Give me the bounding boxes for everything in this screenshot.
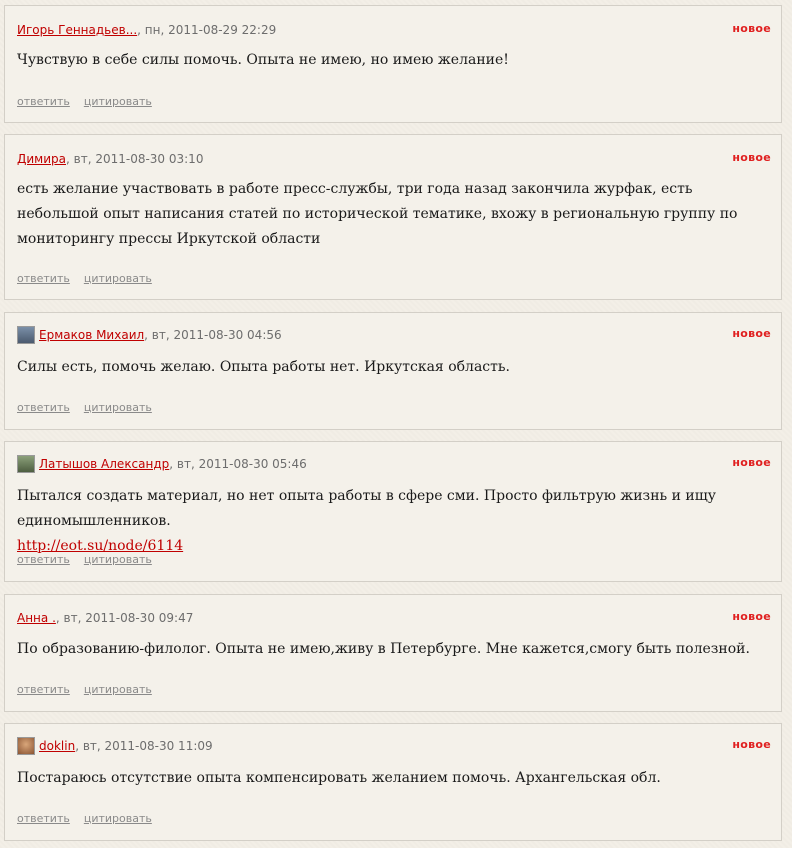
comment-text-content: Постараюсь отсутствие опыта компенсирова…: [17, 770, 661, 786]
author-link[interactable]: Игорь Геннадьев...: [17, 23, 137, 37]
author-link[interactable]: Латышов Александр: [39, 457, 169, 471]
reply-link[interactable]: ответить: [17, 401, 70, 414]
comment-text: есть желание участвовать в работе пресс-…: [17, 177, 771, 252]
reply-link[interactable]: ответить: [17, 95, 70, 108]
comment-date: , вт, 2011-08-30 11:09: [75, 739, 213, 753]
new-badge: новое: [732, 327, 771, 340]
quote-link[interactable]: цитировать: [84, 683, 152, 696]
quote-link[interactable]: цитировать: [84, 812, 152, 825]
comment-meta: Анна ., вт, 2011-08-30 09:47: [17, 611, 193, 625]
comment-date: , вт, 2011-08-30 03:10: [66, 152, 204, 166]
comment-links: ответить цитировать: [17, 812, 166, 825]
new-badge: новое: [732, 738, 771, 751]
comment: Игорь Геннадьев..., пн, 2011-08-29 22:29…: [4, 5, 782, 123]
comment: Ермаков Михаил, вт, 2011-08-30 04:56 нов…: [4, 312, 782, 430]
node-link[interactable]: http://eot.su/node/6114: [17, 538, 183, 554]
comment-text-content: есть желание участвовать в работе пресс-…: [17, 181, 738, 247]
comment: doklin, вт, 2011-08-30 11:09 новое Поста…: [4, 723, 782, 841]
comment-date: , пн, 2011-08-29 22:29: [137, 23, 277, 37]
comment-links: ответить цитировать: [17, 95, 166, 108]
author-link[interactable]: Димира: [17, 152, 66, 166]
reply-link[interactable]: ответить: [17, 683, 70, 696]
avatar[interactable]: [17, 326, 35, 344]
comment-meta: Игорь Геннадьев..., пн, 2011-08-29 22:29: [17, 23, 276, 37]
comment-links: ответить цитировать: [17, 401, 166, 414]
comment-text: Пытался создать материал, но нет опыта р…: [17, 484, 771, 559]
author-link[interactable]: doklin: [39, 739, 75, 753]
quote-link[interactable]: цитировать: [84, 272, 152, 285]
new-badge: новое: [732, 456, 771, 469]
comment-links: ответить цитировать: [17, 272, 166, 285]
avatar[interactable]: [17, 737, 35, 755]
quote-link[interactable]: цитировать: [84, 553, 152, 566]
comment-links: ответить цитировать: [17, 553, 166, 566]
comment-text-content: Пытался создать материал, но нет опыта р…: [17, 488, 716, 529]
new-badge: новое: [732, 22, 771, 35]
comment-text: Постараюсь отсутствие опыта компенсирова…: [17, 766, 771, 791]
reply-link[interactable]: ответить: [17, 553, 70, 566]
new-badge: новое: [732, 610, 771, 623]
avatar[interactable]: [17, 455, 35, 473]
reply-link[interactable]: ответить: [17, 272, 70, 285]
quote-link[interactable]: цитировать: [84, 401, 152, 414]
comment-date: , вт, 2011-08-30 09:47: [55, 611, 194, 625]
comment-text: Чувствую в себе силы помочь. Опыта не им…: [17, 48, 771, 73]
comment-date: , вт, 2011-08-30 04:56: [144, 328, 282, 342]
comment-text-content: Чувствую в себе силы помочь. Опыта не им…: [17, 52, 509, 68]
comment: Анна ., вт, 2011-08-30 09:47 новое По об…: [4, 594, 782, 712]
author-link[interactable]: Ермаков Михаил: [39, 328, 144, 342]
new-badge: новое: [732, 151, 771, 164]
reply-link[interactable]: ответить: [17, 812, 70, 825]
comment-text-content: Силы есть, помочь желаю. Опыта работы не…: [17, 359, 510, 375]
author-link[interactable]: Анна .: [17, 611, 56, 625]
comment-links: ответить цитировать: [17, 683, 166, 696]
comment-meta: Ермаков Михаил, вт, 2011-08-30 04:56: [17, 326, 282, 344]
comment-text: Силы есть, помочь желаю. Опыта работы не…: [17, 355, 771, 380]
comment-meta: Латышов Александр, вт, 2011-08-30 05:46: [17, 455, 307, 473]
comment-meta: Димира, вт, 2011-08-30 03:10: [17, 152, 203, 166]
quote-link[interactable]: цитировать: [84, 95, 152, 108]
comment: Латышов Александр, вт, 2011-08-30 05:46 …: [4, 441, 782, 582]
comment-text-content: По образованию-филолог. Опыта не имею,жи…: [17, 641, 750, 657]
comment-text: По образованию-филолог. Опыта не имею,жи…: [17, 637, 771, 662]
comment: Димира, вт, 2011-08-30 03:10 новое есть …: [4, 134, 782, 300]
comment-date: , вт, 2011-08-30 05:46: [169, 457, 307, 471]
comment-meta: doklin, вт, 2011-08-30 11:09: [17, 737, 213, 755]
